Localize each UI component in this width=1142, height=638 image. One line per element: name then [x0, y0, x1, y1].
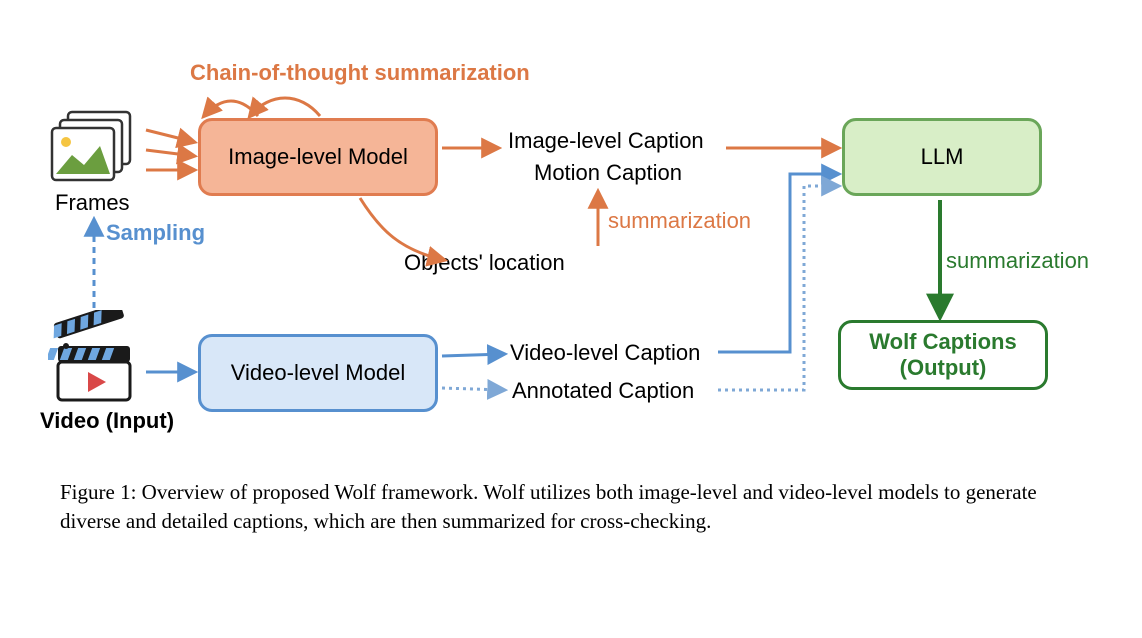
summarization-up-label: summarization: [608, 208, 751, 234]
annotated-caption-label: Annotated Caption: [512, 378, 694, 404]
llm-label: LLM: [921, 144, 964, 170]
video-input-label: Video (Input): [40, 408, 174, 434]
frames-icon: [50, 110, 140, 190]
video-model-label: Video-level Model: [231, 360, 405, 386]
motion-caption-label: Motion Caption: [534, 160, 682, 186]
objects-location-label: Objects' location: [404, 250, 565, 276]
image-level-model-node: Image-level Model: [198, 118, 438, 196]
sampling-label: Sampling: [106, 220, 205, 246]
video-input-icon: [48, 310, 143, 410]
output-line1: Wolf Captions: [869, 329, 1016, 355]
figure-caption: Figure 1: Overview of proposed Wolf fram…: [60, 478, 1080, 537]
image-caption-label: Image-level Caption: [508, 128, 704, 154]
diagram-canvas: Frames Video (Input) Image-level Model: [0, 0, 1142, 638]
chain-of-thought-label: Chain-of-thought summarization: [190, 60, 530, 86]
video-caption-label: Video-level Caption: [510, 340, 700, 366]
frames-label: Frames: [55, 190, 130, 216]
video-level-model-node: Video-level Model: [198, 334, 438, 412]
image-model-label: Image-level Model: [228, 144, 408, 170]
output-line2: (Output): [900, 355, 987, 381]
summarization-right-label: summarization: [946, 248, 1089, 274]
arrows-layer: [0, 0, 1142, 638]
llm-node: LLM: [842, 118, 1042, 196]
output-node: Wolf Captions (Output): [838, 320, 1048, 390]
